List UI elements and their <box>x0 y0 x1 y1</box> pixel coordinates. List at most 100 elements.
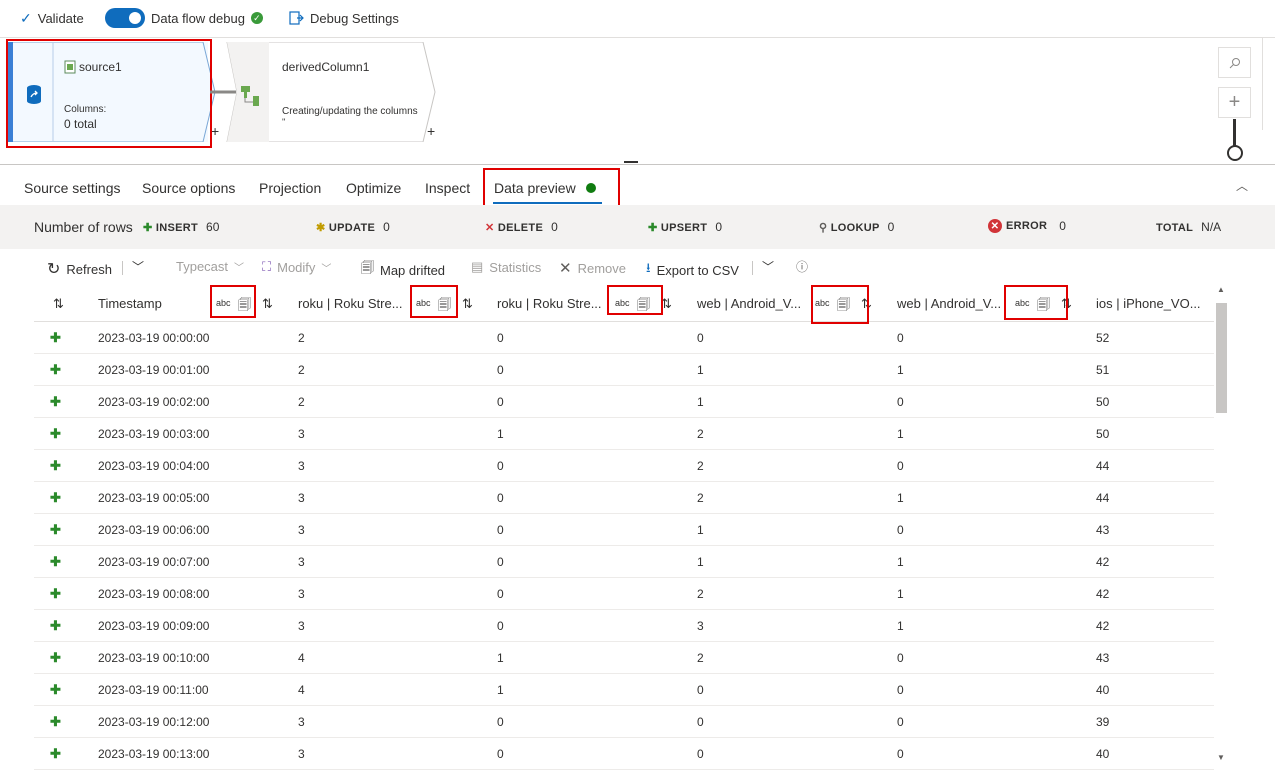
modify-button[interactable]: ⛶ Modify ﹀ <box>262 259 331 275</box>
zoom-slider-handle[interactable] <box>1227 145 1243 161</box>
map-drifted-button[interactable]: 🗐 Map drifted <box>361 259 445 281</box>
data-flow-debug-toggle[interactable] <box>105 8 145 28</box>
table-cell: 2 <box>697 459 704 473</box>
zoom-search-button[interactable] <box>1218 47 1251 78</box>
table-cell: 42 <box>1096 619 1110 633</box>
add-after-source-button[interactable]: + <box>211 123 219 139</box>
dataflow-canvas[interactable]: source1 Columns: 0 total + derivedColumn… <box>0 37 1275 163</box>
zoom-in-button[interactable]: + <box>1218 87 1251 118</box>
table-row[interactable]: ✚ 2023-03-19 00:12:00 3 0 0 0 39 <box>34 705 1214 738</box>
table-row[interactable]: ✚ 2023-03-19 00:10:00 4 1 2 0 43 <box>34 641 1214 674</box>
validate-label: Validate <box>37 11 84 26</box>
table-row[interactable]: ✚ 2023-03-19 00:00:00 2 0 0 0 52 <box>34 321 1214 354</box>
scroll-up-icon[interactable]: ▲ <box>1217 285 1225 294</box>
table-cell: 2 <box>298 331 305 345</box>
update-label: UPDATE <box>328 222 376 234</box>
table-row[interactable]: ✚ 2023-03-19 00:13:00 3 0 0 0 40 <box>34 737 1214 770</box>
table-row[interactable]: ✚ 2023-03-19 00:02:00 2 0 1 0 50 <box>34 385 1214 418</box>
tab-source-options[interactable]: Source options <box>142 180 235 196</box>
debug-status-icon: ✓ <box>250 12 263 24</box>
action-divider-2 <box>752 261 753 275</box>
add-after-derived-button[interactable]: + <box>427 123 435 139</box>
table-cell: 43 <box>1096 651 1110 665</box>
table-cell: 0 <box>897 651 904 665</box>
plus-icon: + <box>1228 91 1241 113</box>
error-label: ERROR <box>1006 220 1048 232</box>
table-cell: 3 <box>298 747 305 761</box>
table-row[interactable]: ✚ 2023-03-19 00:06:00 3 0 1 0 43 <box>34 513 1214 546</box>
scrollbar-thumb[interactable] <box>1216 303 1227 413</box>
tab-inspect[interactable]: Inspect <box>425 180 470 196</box>
tab-optimize[interactable]: Optimize <box>346 180 401 196</box>
refresh-button[interactable]: ↻ Refresh <box>47 259 112 279</box>
update-stat: ✱ UPDATE 0 <box>316 220 390 234</box>
tab-projection[interactable]: Projection <box>259 180 321 196</box>
info-icon[interactable]: ⓘ <box>796 258 808 275</box>
table-row[interactable]: ✚ 2023-03-19 00:07:00 3 0 1 1 42 <box>34 545 1214 578</box>
checkmark-icon: ✓ <box>20 10 32 26</box>
table-cell: 2023-03-19 00:04:00 <box>98 459 210 473</box>
debug-settings-icon <box>289 11 304 25</box>
table-row[interactable]: ✚ 2023-03-19 00:09:00 3 0 3 1 42 <box>34 609 1214 642</box>
table-cell: 0 <box>497 459 504 473</box>
table-cell: 2023-03-19 00:01:00 <box>98 363 210 377</box>
table-cell: 2 <box>298 363 305 377</box>
insert-row-icon: ✚ <box>50 458 61 473</box>
derivedcolumn1-node[interactable]: derivedColumn1 Creating/updating the col… <box>225 42 440 142</box>
table-row[interactable]: ✚ 2023-03-19 00:05:00 3 0 2 1 44 <box>34 481 1214 514</box>
table-row[interactable]: ✚ 2023-03-19 00:01:00 2 0 1 1 51 <box>34 353 1214 386</box>
update-asterisk-icon: ✱ <box>316 222 326 234</box>
remove-button[interactable]: ✕ Remove <box>559 259 626 277</box>
refresh-dropdown-chevron-icon[interactable]: ﹀ <box>132 258 144 275</box>
column-header-web-1[interactable]: web | Android_V... <box>697 296 801 311</box>
table-cell: 2023-03-19 00:10:00 <box>98 651 210 665</box>
upsert-icon: ✚ <box>648 222 658 234</box>
debug-settings-button[interactable]: Debug Settings <box>288 10 399 26</box>
table-cell: 0 <box>697 683 704 697</box>
statistics-icon: ▤ <box>471 259 484 274</box>
table-cell: 2023-03-19 00:02:00 <box>98 395 210 409</box>
table-cell: 2 <box>697 427 704 441</box>
sort-icon[interactable]: ⇅ <box>262 296 273 312</box>
panel-resize-handle[interactable] <box>624 161 638 163</box>
table-cell: 3 <box>298 491 305 505</box>
collapse-chevron-icon[interactable]: ︿ <box>1236 177 1248 194</box>
modify-label: Modify <box>277 259 316 275</box>
typecast-chevron-icon: ﹀ <box>234 263 245 274</box>
validate-button[interactable]: ✓ Validate <box>20 10 84 27</box>
table-cell: 0 <box>897 395 904 409</box>
delete-stat: ✕ DELETE 0 <box>485 220 558 234</box>
tab-source-settings[interactable]: Source settings <box>24 180 121 196</box>
table-row[interactable]: ✚ 2023-03-19 00:08:00 3 0 2 1 42 <box>34 577 1214 610</box>
data-preview-actions: ↻ Refresh ﹀ Typecast ﹀ ⛶ Modify ﹀ 🗐 Map … <box>0 252 1275 282</box>
web2-header-highlight <box>1004 285 1068 320</box>
insert-row-icon: ✚ <box>50 682 61 697</box>
table-cell: 0 <box>497 395 504 409</box>
column-header-roku-2[interactable]: roku | Roku Stre... <box>497 296 602 311</box>
typecast-label: Typecast <box>176 259 229 274</box>
derivedcolumn1-ellipsis: '' <box>282 117 286 127</box>
column-header-ios[interactable]: ios | iPhone_VO... <box>1096 296 1201 311</box>
table-cell: 1 <box>497 683 504 697</box>
typecast-button[interactable]: Typecast ﹀ <box>176 259 244 274</box>
table-row[interactable]: ✚ 2023-03-19 00:03:00 3 1 2 1 50 <box>34 417 1214 450</box>
export-csv-button[interactable]: ⭳ Export to CSV <box>646 259 739 281</box>
statistics-button[interactable]: ▤ Statistics <box>471 259 541 275</box>
column-header-timestamp[interactable]: Timestamp <box>98 296 162 311</box>
insert-stat: ✚ INSERT 60 <box>143 220 219 234</box>
scroll-down-icon[interactable]: ▼ <box>1217 753 1225 762</box>
table-cell: 0 <box>497 363 504 377</box>
column-header-web-2[interactable]: web | Android_V... <box>897 296 1001 311</box>
table-row[interactable]: ✚ 2023-03-19 00:04:00 3 0 2 0 44 <box>34 449 1214 482</box>
export-dropdown-chevron-icon[interactable]: ﹀ <box>762 258 774 275</box>
row-sort-icon[interactable]: ⇅ <box>53 296 64 312</box>
refresh-icon: ↻ <box>47 261 61 278</box>
sort-icon[interactable]: ⇅ <box>462 296 473 312</box>
table-row[interactable]: ✚ 2023-03-19 00:11:00 4 1 0 0 40 <box>34 673 1214 706</box>
table-cell: 0 <box>897 715 904 729</box>
table-cell: 1 <box>497 427 504 441</box>
column-header-roku-1[interactable]: roku | Roku Stre... <box>298 296 403 311</box>
table-cell: 2 <box>697 651 704 665</box>
table-cell: 52 <box>1096 331 1110 345</box>
table-cell: 3 <box>298 715 305 729</box>
